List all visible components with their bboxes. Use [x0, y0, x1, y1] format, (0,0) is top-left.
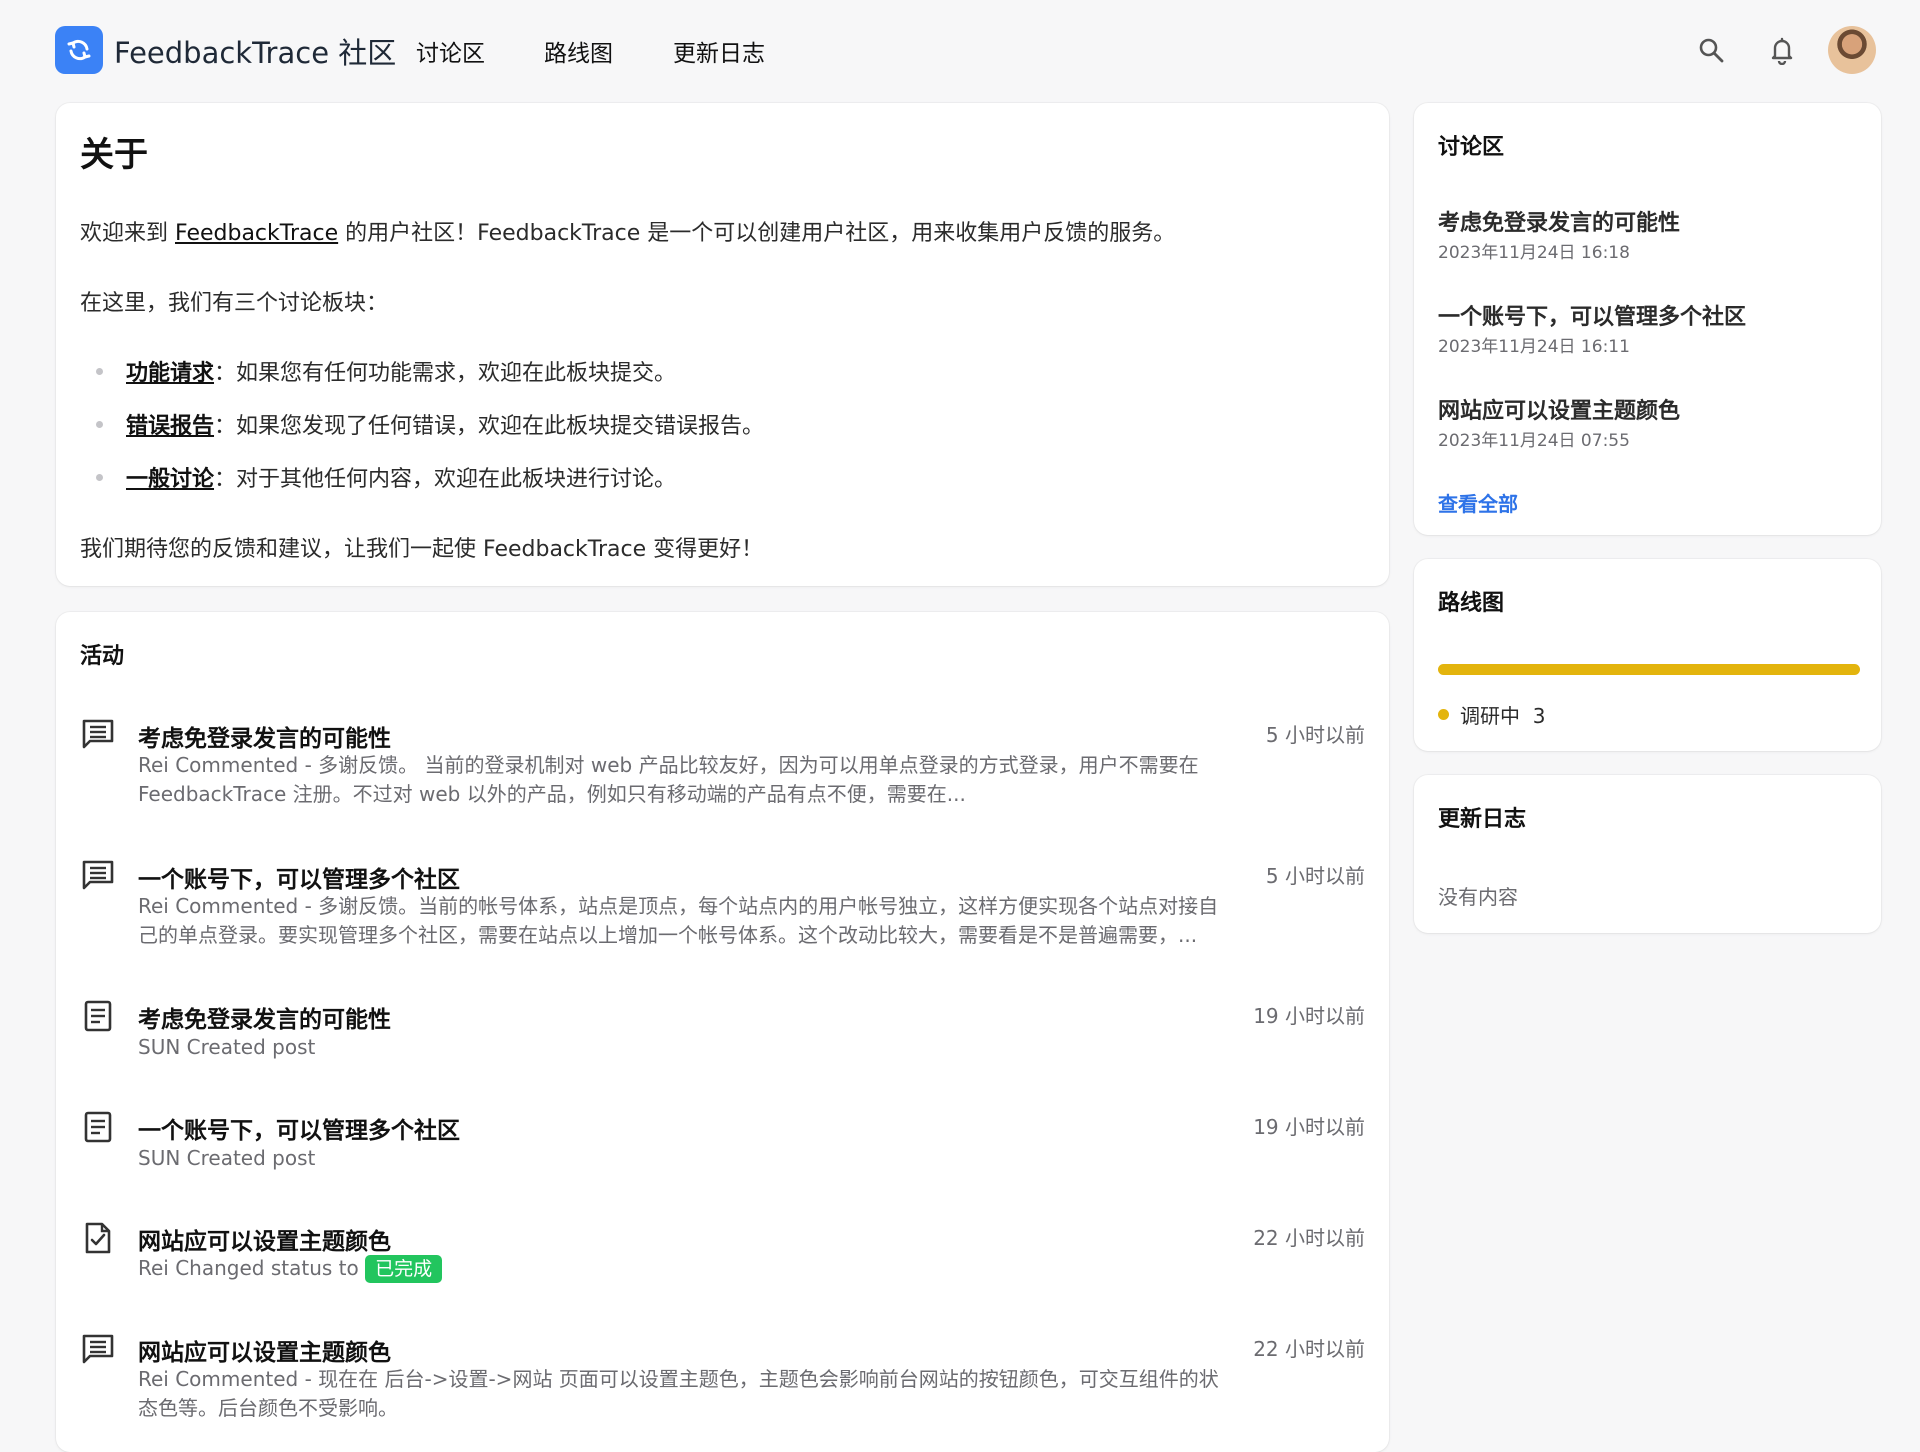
board-link-general[interactable]: 一般讨论 — [126, 467, 214, 492]
board-desc: ：如果您有任何功能需求，欢迎在此板块提交。 — [214, 361, 677, 386]
logo-icon[interactable] — [55, 26, 103, 74]
board-item-bug: 错误报告：如果您发现了任何错误，欢迎在此板块提交错误报告。 — [126, 408, 764, 440]
board-item-feature: 功能请求：如果您有任何功能需求，欢迎在此板块提交。 — [126, 355, 676, 387]
activity-item-time: 5 小时以前 — [1265, 864, 1365, 888]
discussion-item-title[interactable]: 考虑免登录发言的可能性 — [1438, 205, 1680, 237]
file-check-icon — [85, 1222, 111, 1254]
roadmap-progress-bar[interactable] — [1438, 664, 1860, 675]
discussion-item-date: 2023年11月24日 16:18 — [1438, 243, 1630, 263]
board-link-bug[interactable]: 错误报告 — [126, 414, 214, 439]
roadmap-status[interactable]: 调研中 3 — [1460, 700, 1545, 729]
comment-icon — [82, 719, 114, 749]
about-intro-suffix: 的用户社区！FeedbackTrace 是一个可以创建用户社区，用来收集用户反馈… — [338, 221, 1176, 246]
comment-icon — [82, 860, 114, 890]
discussion-item-title[interactable]: 一个账号下，可以管理多个社区 — [1438, 299, 1746, 331]
discussion-item-title[interactable]: 网站应可以设置主题颜色 — [1438, 393, 1680, 425]
roadmap-title: 路线图 — [1438, 591, 1505, 616]
board-link-feature[interactable]: 功能请求 — [126, 361, 214, 386]
bullet — [96, 368, 103, 375]
activity-item-title[interactable]: 考虑免登录发言的可能性 — [138, 1000, 391, 1034]
about-card: 关于 欢迎来到 FeedbackTrace 的用户社区！FeedbackTrac… — [56, 103, 1389, 586]
activity-item-desc: SUN Created post — [138, 1035, 316, 1059]
activity-item-title[interactable]: 网站应可以设置主题颜色 — [138, 1222, 391, 1256]
activity-item-time: 19 小时以前 — [1253, 1115, 1365, 1139]
top-bar: FeedbackTrace 社区 讨论区 路线图 更新日志 — [0, 0, 1920, 100]
activity-item-title[interactable]: 一个账号下，可以管理多个社区 — [138, 1111, 460, 1145]
brand-name[interactable]: FeedbackTrace 社区 — [114, 30, 396, 72]
activity-item-desc: Rei Changed status to 已完成 — [138, 1254, 1238, 1283]
roadmap-card: 路线图 调研中 3 — [1414, 559, 1881, 751]
discussions-card: 讨论区 考虑免登录发言的可能性 2023年11月24日 16:18 一个账号下，… — [1414, 103, 1881, 535]
comment-icon — [82, 1334, 114, 1364]
board-desc: ：对于其他任何内容，欢迎在此板块进行讨论。 — [214, 467, 677, 492]
status-dot — [1438, 709, 1449, 720]
activity-item-desc: Rei Commented - 现在在 后台->设置->网站 页面可以设置主题色… — [138, 1367, 1219, 1420]
bullet — [96, 421, 103, 428]
roadmap-status-label: 调研中 — [1460, 704, 1520, 728]
nav-changelog[interactable]: 更新日志 — [673, 34, 765, 68]
changelog-empty: 没有内容 — [1438, 885, 1518, 909]
document-icon — [84, 1000, 112, 1032]
board-item-general: 一般讨论：对于其他任何内容，欢迎在此板块进行讨论。 — [126, 461, 676, 493]
feedbacktrace-link[interactable]: FeedbackTrace — [175, 221, 338, 246]
document-icon — [84, 1111, 112, 1143]
discussions-title: 讨论区 — [1438, 135, 1505, 160]
roadmap-status-count: 3 — [1532, 704, 1546, 728]
changelog-title: 更新日志 — [1438, 807, 1527, 832]
activity-title: 活动 — [80, 644, 125, 669]
view-all-link[interactable]: 查看全部 — [1438, 488, 1518, 517]
bullet — [96, 474, 103, 481]
activity-item-time: 5 小时以前 — [1265, 723, 1365, 747]
activity-item-desc: SUN Created post — [138, 1146, 316, 1170]
activity-item-time: 22 小时以前 — [1253, 1337, 1365, 1361]
discussion-item-date: 2023年11月24日 07:55 — [1438, 431, 1630, 451]
about-title: 关于 — [80, 135, 148, 175]
activity-item-title[interactable]: 一个账号下，可以管理多个社区 — [138, 860, 460, 894]
nav-roadmap[interactable]: 路线图 — [544, 34, 613, 68]
activity-item-time: 22 小时以前 — [1253, 1226, 1365, 1250]
activity-item-desc: Rei Commented - 多谢反馈。 当前的登录机制对 web 产品比较友… — [138, 753, 1199, 806]
activity-item-title[interactable]: 考虑免登录发言的可能性 — [138, 719, 391, 753]
about-closing: 我们期待您的反馈和建议，让我们一起使 FeedbackTrace 变得更好！ — [80, 537, 764, 562]
status-badge: 已完成 — [365, 1255, 443, 1283]
activity-item-title[interactable]: 网站应可以设置主题颜色 — [138, 1333, 391, 1367]
activity-item-desc-text: Rei Changed status to — [138, 1256, 359, 1280]
activity-card: 活动 考虑免登录发言的可能性 Rei Commented - 多谢反馈。 当前的… — [56, 612, 1389, 1452]
board-desc: ：如果您发现了任何错误，欢迎在此板块提交错误报告。 — [214, 414, 765, 439]
discussion-item-date: 2023年11月24日 16:11 — [1438, 337, 1630, 357]
boards-intro: 在这里，我们有三个讨论板块： — [80, 291, 389, 316]
search-icon[interactable] — [1691, 30, 1731, 70]
bell-icon[interactable] — [1762, 30, 1802, 70]
activity-item-desc: Rei Commented - 多谢反馈。当前的帐号体系，站点是顶点，每个站点内… — [138, 894, 1219, 947]
avatar[interactable] — [1828, 26, 1876, 74]
about-intro: 欢迎来到 FeedbackTrace 的用户社区！FeedbackTrace 是… — [80, 215, 1175, 247]
activity-item-time: 19 小时以前 — [1253, 1004, 1365, 1028]
about-intro-prefix: 欢迎来到 — [80, 221, 175, 246]
changelog-card: 更新日志 没有内容 — [1414, 775, 1881, 933]
nav-discussions[interactable]: 讨论区 — [416, 34, 485, 68]
